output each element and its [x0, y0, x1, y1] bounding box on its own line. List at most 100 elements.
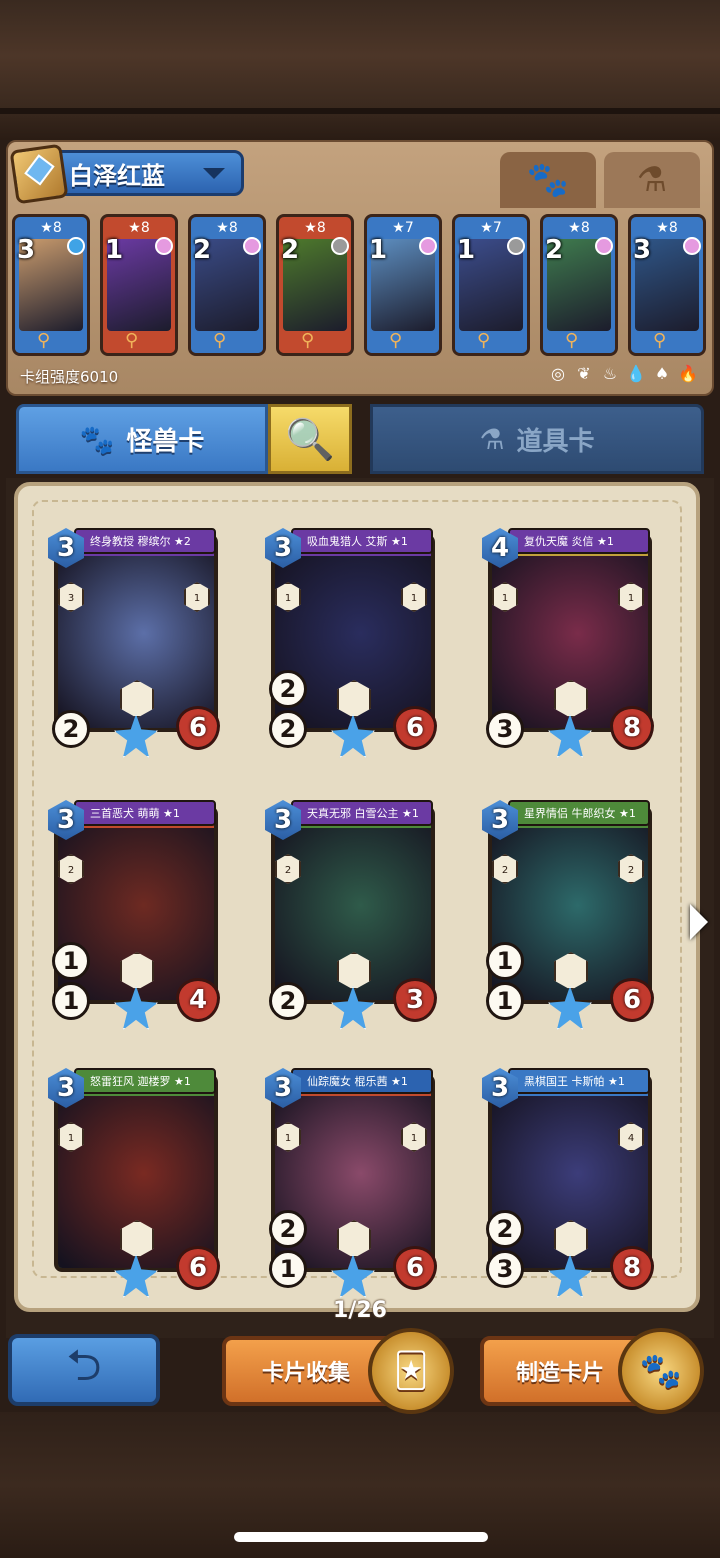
deck-card[interactable]: ★8 2 ⚲ [188, 214, 266, 356]
paw-potion-icon: 🐾 [618, 1328, 704, 1414]
fire-element-icon[interactable]: 🔥 [678, 364, 698, 383]
card-attack: 3 [486, 1250, 524, 1288]
monster-card[interactable]: 仙踪魔女 棍乐茜 ★1 3 1 1 2 1 6 [265, 1068, 441, 1298]
home-indicator[interactable] [234, 1532, 488, 1542]
card-cost: 2 [281, 235, 300, 265]
card-attack: 1 [52, 982, 90, 1020]
card-name: 终身教授 穆缤尔 ★2 [74, 528, 216, 554]
card-health: 6 [393, 1246, 437, 1290]
water-element-icon[interactable]: 💧 [626, 364, 646, 383]
card-attack: 2 [269, 710, 307, 748]
deck-card[interactable]: ★8 3 ⚲ [628, 214, 706, 356]
card-attack: 2 [52, 710, 90, 748]
deck-book-icon [9, 143, 69, 205]
wand-icon: ⚲ [389, 330, 403, 351]
gem-icon [683, 237, 701, 255]
tab-monster-deck[interactable]: 🐾 [500, 152, 596, 208]
deck-card[interactable]: ★8 3 ⚲ [12, 214, 90, 356]
potion-icon: ⚗ [636, 160, 668, 200]
wand-icon: ⚲ [213, 330, 227, 351]
card-footer [543, 331, 615, 353]
craft-card-label: 制造卡片 [516, 1361, 605, 1386]
card-collection-button[interactable]: 卡片收集 🃏 [222, 1328, 454, 1414]
monster-card[interactable]: 天真无邪 白雪公主 ★1 3 2 2 3 [265, 800, 441, 1030]
deck-selector[interactable]: 白泽红蓝 [9, 143, 244, 205]
card-range: 1 [486, 942, 524, 980]
gem-icon [419, 237, 437, 255]
wand-icon: ⚲ [301, 330, 315, 351]
deck-power: 卡组强度6010 [20, 368, 119, 386]
card-range: 2 [269, 670, 307, 708]
earth-element-icon[interactable]: ♨ [600, 364, 620, 383]
deck-card-row: ★8 3 ⚲ ★8 1 ⚲ ★8 2 ⚲ ★8 2 ⚲ ★7 1 ⚲ ★7 1 ⚲ ★8 2 ⚲ ★8 3 ⚲ [10, 214, 710, 360]
gem-icon [595, 237, 613, 255]
tab-item-deck[interactable]: ⚗ [604, 152, 700, 208]
card-attack: 1 [269, 1250, 307, 1288]
monster-card[interactable]: 怒雷狂风 迦楼罗 ★1 3 1 6 [48, 1068, 224, 1298]
gem-icon [507, 237, 525, 255]
card-cost: 3 [633, 235, 652, 265]
card-stack-icon: 🃏 [368, 1328, 454, 1414]
monster-card[interactable]: 黑棋国王 卡斯帕 ★1 3 4 2 3 8 [482, 1068, 658, 1298]
monster-card[interactable]: 终身教授 穆缤尔 ★2 3 3 1 2 6 [48, 528, 224, 758]
card-attack: 1 [486, 982, 524, 1020]
card-range: 2 [486, 1210, 524, 1248]
deck-card[interactable]: ★7 1 ⚲ [452, 214, 530, 356]
element-filter: ◎ ❦ ♨ 💧 ♠ 🔥 [548, 364, 698, 383]
back-arrow-icon: ⮌ [66, 1339, 102, 1391]
paw-icon: 🐾 [79, 422, 115, 456]
deck-card[interactable]: ★8 2 ⚲ [276, 214, 354, 356]
wand-icon: ⚲ [565, 330, 579, 351]
deck-card[interactable]: ★8 2 ⚲ [540, 214, 618, 356]
card-footer [279, 331, 351, 353]
card-health: 8 [610, 706, 654, 750]
wand-icon: ⚲ [125, 330, 139, 351]
wind-element-icon[interactable]: ♠ [652, 364, 672, 383]
monster-card[interactable]: 复仇天魔 炎信 ★1 4 1 1 3 8 [482, 528, 658, 758]
search-button[interactable]: 🔍 [268, 404, 352, 474]
card-name: 天真无邪 白雪公主 ★1 [291, 800, 433, 826]
deck-card[interactable]: ★8 1 ⚲ [100, 214, 178, 356]
monster-card[interactable]: 三首恶犬 萌萌 ★1 3 2 1 1 4 [48, 800, 224, 1030]
card-name: 怒雷狂风 迦楼罗 ★1 [74, 1068, 216, 1094]
card-name: 星界情侣 牛郎织女 ★1 [508, 800, 650, 826]
nature-element-icon[interactable]: ❦ [574, 364, 594, 383]
card-cost: 1 [369, 235, 388, 265]
back-button[interactable]: ⮌ [8, 1334, 160, 1406]
page-indicator: 1/26 [333, 1298, 387, 1323]
card-attack: 3 [486, 710, 524, 748]
craft-card-button[interactable]: 制造卡片 🐾 [480, 1328, 704, 1414]
card-collection-label: 卡片收集 [262, 1361, 351, 1386]
card-cost: 1 [105, 235, 124, 265]
deck-name: 白泽红蓝 [69, 161, 165, 190]
monster-card[interactable]: 吸血鬼猎人 艾斯 ★1 3 1 1 2 2 6 [265, 528, 441, 758]
deck-card[interactable]: ★7 1 ⚲ [364, 214, 442, 356]
card-footer [631, 331, 703, 353]
card-name: 吸血鬼猎人 艾斯 ★1 [291, 528, 433, 554]
card-name: 黑棋国王 卡斯帕 ★1 [508, 1068, 650, 1094]
card-footer [191, 331, 263, 353]
monster-card[interactable]: 星界情侣 牛郎织女 ★1 3 2 2 1 1 6 [482, 800, 658, 1030]
wand-icon: ⚲ [653, 330, 667, 351]
tab-item-label: 道具卡 [516, 426, 595, 457]
search-icon: 🔍 [285, 416, 335, 463]
next-page-icon[interactable] [690, 904, 708, 940]
card-footer [103, 331, 175, 353]
tab-item-cards[interactable]: ⚗ 道具卡 [370, 404, 704, 474]
card-health: 6 [610, 978, 654, 1022]
wood-header [0, 0, 720, 140]
gem-icon [67, 237, 85, 255]
gem-icon [331, 237, 349, 255]
card-cost: 3 [17, 235, 36, 265]
card-health: 6 [393, 706, 437, 750]
card-health: 8 [610, 1246, 654, 1290]
wand-icon: ⚲ [477, 330, 491, 351]
neutral-element-icon[interactable]: ◎ [548, 364, 568, 383]
card-health: 6 [176, 706, 220, 750]
wand-icon: ⚲ [37, 330, 51, 351]
potion-icon: ⚗ [479, 422, 505, 456]
tab-monster-label: 怪兽卡 [126, 426, 205, 457]
card-range: 2 [269, 1210, 307, 1248]
tab-monster-cards[interactable]: 🐾 怪兽卡 [16, 404, 268, 474]
card-footer [15, 331, 87, 353]
